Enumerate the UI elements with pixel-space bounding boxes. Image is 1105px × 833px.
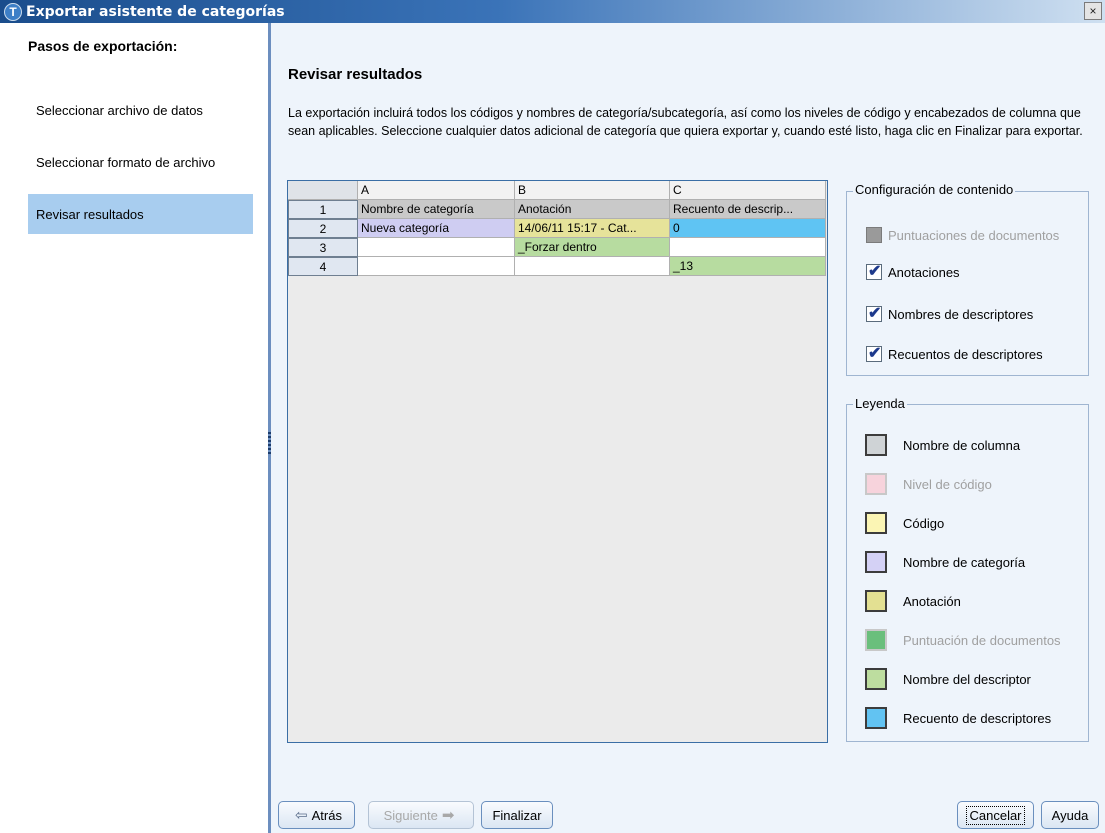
finish-button[interactable]: Finalizar (481, 801, 553, 829)
table-row: 4 _13 (288, 257, 826, 276)
legend-item: Nombre del descriptor (865, 668, 1031, 690)
legend-label: Puntuación de documentos (903, 632, 1061, 648)
step-select-file-format[interactable]: Seleccionar formato de archivo (28, 142, 253, 182)
grid-cell[interactable]: Nombre de categoría (358, 200, 515, 219)
checkbox-document-scores: Puntuaciones de documentos (866, 227, 1059, 243)
grid-header-row: A B C (288, 181, 826, 200)
legend-item: Puntuación de documentos (865, 629, 1061, 651)
grid-cell[interactable]: 0 (670, 219, 826, 238)
legend-title: Leyenda (853, 396, 907, 411)
checkmark-icon: ✔ (868, 345, 882, 362)
step-label: Seleccionar formato de archivo (36, 154, 216, 170)
legend-item: Nivel de código (865, 473, 992, 495)
legend-label: Código (903, 515, 945, 531)
window-title: Exportar asistente de categorías (26, 3, 285, 20)
legend-label: Nombre del descriptor (903, 671, 1031, 687)
back-button[interactable]: ⇦ Atrás (278, 801, 355, 829)
close-button[interactable]: × (1084, 2, 1102, 20)
row-number[interactable]: 1 (288, 200, 358, 219)
step-select-data-file[interactable]: Seleccionar archivo de datos (28, 90, 253, 130)
checkbox-icon[interactable]: ✔ (866, 263, 882, 280)
legend-swatch (865, 707, 887, 729)
grid-cell[interactable] (515, 257, 670, 276)
back-button-label: Atrás (311, 807, 342, 823)
cancel-button-label: Cancelar (966, 805, 1025, 825)
legend-swatch (865, 473, 887, 495)
checkbox-descriptor-names[interactable]: ✔ Nombres de descriptores (866, 305, 1033, 322)
row-number[interactable]: 2 (288, 219, 358, 238)
grid-cell[interactable]: 14/06/11 15:17 - Cat... (515, 219, 670, 238)
legend-item: Nombre de categoría (865, 551, 1025, 573)
legend-label: Anotación (903, 593, 961, 609)
page-title: Revisar resultados (288, 66, 423, 83)
grid-cell[interactable]: _Forzar dentro (515, 238, 670, 257)
checkbox-label[interactable]: Recuentos de descriptores (888, 347, 1043, 362)
legend-swatch (865, 590, 887, 612)
grid-cell[interactable] (358, 238, 515, 257)
legend-label: Nivel de código (903, 476, 992, 492)
legend-swatch (865, 629, 887, 651)
legend-swatch (865, 668, 887, 690)
legend-label: Nombre de columna (903, 437, 1021, 453)
legend-swatch (865, 512, 887, 534)
checkmark-icon: ✔ (868, 263, 882, 280)
checkmark-icon: ✔ (868, 305, 882, 322)
step-label: Revisar resultados (36, 206, 144, 222)
table-row: 3 _Forzar dentro (288, 238, 826, 257)
checkbox-descriptor-counts[interactable]: ✔ Recuentos de descriptores (866, 345, 1043, 362)
legend-item: Nombre de columna (865, 434, 1020, 456)
checkbox-annotations[interactable]: ✔ Anotaciones (866, 263, 960, 280)
checkbox-icon[interactable]: ✔ (866, 305, 882, 322)
column-header[interactable]: C (670, 181, 826, 200)
step-review-results[interactable]: Revisar resultados (28, 194, 253, 234)
help-button[interactable]: Ayuda (1041, 801, 1099, 829)
legend-label: Recuento de descriptores (903, 710, 1052, 726)
legend-item: Recuento de descriptores (865, 707, 1051, 729)
grid-cell[interactable]: Anotación (515, 200, 670, 219)
checkbox-icon (866, 227, 882, 243)
cancel-button[interactable]: Cancelar (957, 801, 1034, 829)
grid-cell[interactable]: Nueva categoría (358, 219, 515, 238)
grid-cell[interactable]: _13 (670, 257, 826, 276)
content-config-title: Configuración de contenido (853, 182, 1016, 197)
legend-label: Nombre de categoría (903, 554, 1026, 570)
column-header[interactable]: B (515, 181, 670, 200)
help-button-label: Ayuda (1051, 807, 1089, 823)
step-label: Seleccionar archivo de datos (36, 102, 203, 118)
checkbox-icon[interactable]: ✔ (866, 345, 882, 362)
description-text: La exportación incluirá todos los código… (288, 106, 1083, 138)
app-icon: T (4, 2, 22, 21)
grid-cell[interactable]: Recuento de descrip... (670, 200, 826, 219)
row-number[interactable]: 4 (288, 257, 358, 276)
legend-item: Código (865, 512, 944, 534)
table-row: 1 Nombre de categoría Anotación Recuento… (288, 200, 826, 219)
legend-swatch (865, 551, 887, 573)
checkbox-label[interactable]: Anotaciones (888, 265, 960, 280)
title-bar: T Exportar asistente de categorías × (0, 0, 1105, 23)
next-button: Siguiente ➡ (368, 801, 474, 829)
preview-grid[interactable]: A B C 1 Nombre de categoría Anotación Re… (287, 180, 828, 743)
row-number[interactable]: 3 (288, 238, 358, 257)
next-button-label: Siguiente (383, 807, 438, 823)
arrow-left-icon: ⇦ (295, 807, 308, 824)
table-row: 2 Nueva categoría 14/06/11 15:17 - Cat..… (288, 219, 826, 238)
finish-button-label: Finalizar (492, 807, 542, 823)
arrow-right-icon: ➡ (441, 807, 455, 824)
checkbox-label: Puntuaciones de documentos (888, 227, 1060, 243)
legend-swatch (865, 434, 887, 456)
steps-heading: Pasos de exportación: (28, 38, 178, 54)
grid-cell[interactable] (358, 257, 515, 276)
grid-corner (288, 181, 358, 200)
checkbox-label[interactable]: Nombres de descriptores (888, 307, 1033, 322)
legend-item: Anotación (865, 590, 961, 612)
column-header[interactable]: A (358, 181, 515, 200)
grid-cell[interactable] (670, 238, 826, 257)
